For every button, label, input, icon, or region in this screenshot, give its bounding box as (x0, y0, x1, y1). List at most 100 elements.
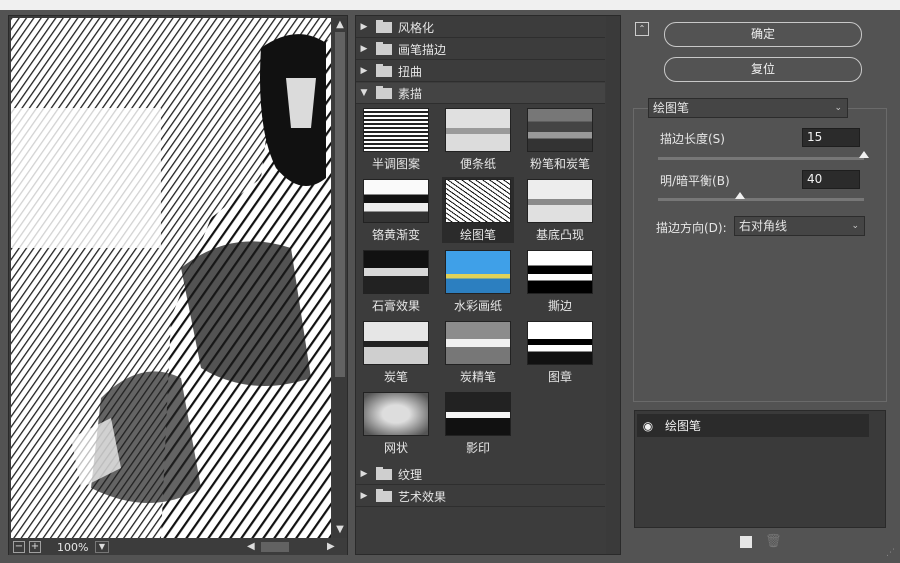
effect-layer-name: 绘图笔 (665, 419, 702, 433)
scroll-up-icon[interactable]: ▲ (334, 19, 346, 31)
gallery-scrollbar[interactable] (606, 16, 620, 554)
zoom-level: 100% (57, 540, 89, 554)
folder-icon (376, 41, 392, 55)
filter-thumbnail (527, 321, 593, 365)
filter-photocopy[interactable]: 影印 (442, 390, 514, 456)
balance-slider[interactable] (658, 192, 864, 201)
zoom-in-button[interactable]: + (29, 541, 41, 553)
zoom-dropdown-icon[interactable]: ▼ (95, 541, 109, 553)
direction-select[interactable]: 右对角线 ⌄ (734, 216, 865, 236)
direction-value: 右对角线 (739, 219, 788, 233)
filter-reticulation[interactable]: 网状 (360, 390, 432, 456)
filter-plaster[interactable]: 石膏效果 (360, 248, 432, 314)
category-artistic[interactable]: ▶ 艺术效果 (356, 486, 605, 507)
filter-water-paper[interactable]: 水彩画纸 (442, 248, 514, 314)
chevron-down-icon: ⌄ (834, 103, 842, 113)
preview-horizontal-scrollbar[interactable]: ◀ ▶ (247, 541, 341, 553)
preview-panel: ▲ ▼ − + 100% ▼ ◀ ▶ (8, 15, 348, 555)
filter-label: 网状 (383, 441, 408, 455)
filter-conte-crayon[interactable]: 炭精笔 (442, 319, 514, 385)
category-label: 艺术效果 (398, 489, 447, 504)
filter-thumbnail (445, 250, 511, 294)
stroke-length-slider[interactable] (658, 151, 869, 160)
filter-label: 半调图案 (371, 157, 420, 171)
category-distort[interactable]: ▶ 扭曲 (356, 61, 605, 82)
scroll-thumb[interactable] (335, 32, 345, 377)
category-sketch[interactable]: ▼ 素描 (356, 83, 605, 104)
stroke-length-label: 描边长度(S) (660, 132, 725, 146)
slider-knob[interactable] (735, 192, 746, 199)
filter-gallery: ▶ 风格化 ▶ 画笔描边 ▶ 扭曲 ▼ 素描 半调图案 便条纸 粉笔和炭笔 铬黄… (355, 15, 621, 555)
expand-arrow-icon: ▶ (360, 469, 368, 479)
category-label: 素描 (398, 86, 423, 101)
category-label: 画笔描边 (398, 42, 447, 57)
reset-button[interactable]: 复位 (664, 57, 862, 82)
filter-label: 铬黄渐变 (371, 228, 420, 242)
preview-vertical-scrollbar[interactable]: ▲ ▼ (333, 18, 347, 538)
folder-icon (376, 488, 392, 502)
filter-thumbnail (363, 321, 429, 365)
filter-label: 绘图笔 (459, 228, 496, 242)
category-label: 风格化 (398, 20, 435, 35)
resize-grip-icon[interactable]: ⋰ (886, 548, 895, 558)
filter-thumbnail (363, 392, 429, 436)
filter-label: 粉笔和炭笔 (529, 157, 590, 171)
filter-label: 图章 (547, 370, 572, 384)
category-stylize[interactable]: ▶ 风格化 (356, 17, 605, 38)
eye-icon[interactable]: ◉ (637, 419, 659, 433)
filter-label: 石膏效果 (371, 299, 420, 313)
folder-open-icon (376, 85, 392, 99)
filter-label: 水彩画纸 (453, 299, 502, 313)
new-effect-layer-icon[interactable] (740, 536, 752, 548)
filter-note-paper[interactable]: 便条纸 (442, 106, 514, 172)
filter-stamp[interactable]: 图章 (524, 319, 596, 385)
effect-layers-panel: ◉ 绘图笔 (634, 410, 886, 528)
balance-input[interactable]: 40 (802, 170, 860, 189)
stroke-length-input[interactable]: 15 (802, 128, 860, 147)
preview-image[interactable] (11, 18, 331, 538)
filter-chrome[interactable]: 铬黄渐变 (360, 177, 432, 243)
collapse-arrow-icon: ▼ (360, 88, 368, 98)
filter-halftone-pattern[interactable]: 半调图案 (360, 106, 432, 172)
category-label: 扭曲 (398, 64, 423, 79)
filter-select-value: 绘图笔 (653, 101, 690, 115)
filter-thumbnail (527, 250, 593, 294)
filter-thumbnail (363, 250, 429, 294)
filter-settings-panel (633, 108, 887, 402)
slider-knob[interactable] (859, 151, 869, 158)
preview-bottom-bar: − + 100% ▼ ◀ ▶ (9, 539, 347, 555)
filter-select[interactable]: 绘图笔 ⌄ (648, 98, 848, 118)
filter-thumbnail (527, 179, 593, 223)
filter-thumbnail (445, 321, 511, 365)
trash-icon[interactable]: 🗑 (765, 534, 782, 549)
expand-arrow-icon: ▶ (360, 44, 368, 54)
filter-label: 基底凸现 (535, 228, 584, 242)
effect-layer-row[interactable]: ◉ 绘图笔 (637, 414, 869, 437)
category-texture[interactable]: ▶ 纹理 (356, 464, 605, 485)
filter-bas-relief[interactable]: 基底凸现 (524, 177, 596, 243)
filter-thumbnail (445, 108, 511, 152)
hscroll-thumb[interactable] (261, 542, 289, 552)
filter-thumbnail (445, 179, 511, 223)
direction-label: 描边方向(D): (656, 221, 727, 235)
filter-charcoal[interactable]: 炭笔 (360, 319, 432, 385)
expand-arrow-icon: ▶ (360, 22, 368, 32)
scroll-right-icon[interactable]: ▶ (327, 541, 335, 552)
filter-label: 炭笔 (383, 370, 408, 384)
filter-label: 影印 (465, 441, 490, 455)
collapse-gallery-icon[interactable]: ⌃ (635, 22, 649, 36)
balance-label: 明/暗平衡(B) (660, 174, 730, 188)
filter-label: 撕边 (547, 299, 572, 313)
chevron-down-icon: ⌄ (851, 221, 859, 231)
filter-thumbnail (527, 108, 593, 152)
sketch-filter-thumbnails: 半调图案 便条纸 粉笔和炭笔 铬黄渐变 绘图笔 基底凸现 石膏效果 水彩画纸 撕… (356, 104, 605, 464)
zoom-out-button[interactable]: − (13, 541, 25, 553)
title-strip (0, 0, 900, 10)
category-brush-strokes[interactable]: ▶ 画笔描边 (356, 39, 605, 60)
filter-graphic-pen[interactable]: 绘图笔 (442, 177, 514, 243)
scroll-left-icon[interactable]: ◀ (247, 541, 255, 552)
filter-chalk-charcoal[interactable]: 粉笔和炭笔 (524, 106, 596, 172)
filter-torn-edges[interactable]: 撕边 (524, 248, 596, 314)
scroll-down-icon[interactable]: ▼ (334, 524, 346, 536)
ok-button[interactable]: 确定 (664, 22, 862, 47)
